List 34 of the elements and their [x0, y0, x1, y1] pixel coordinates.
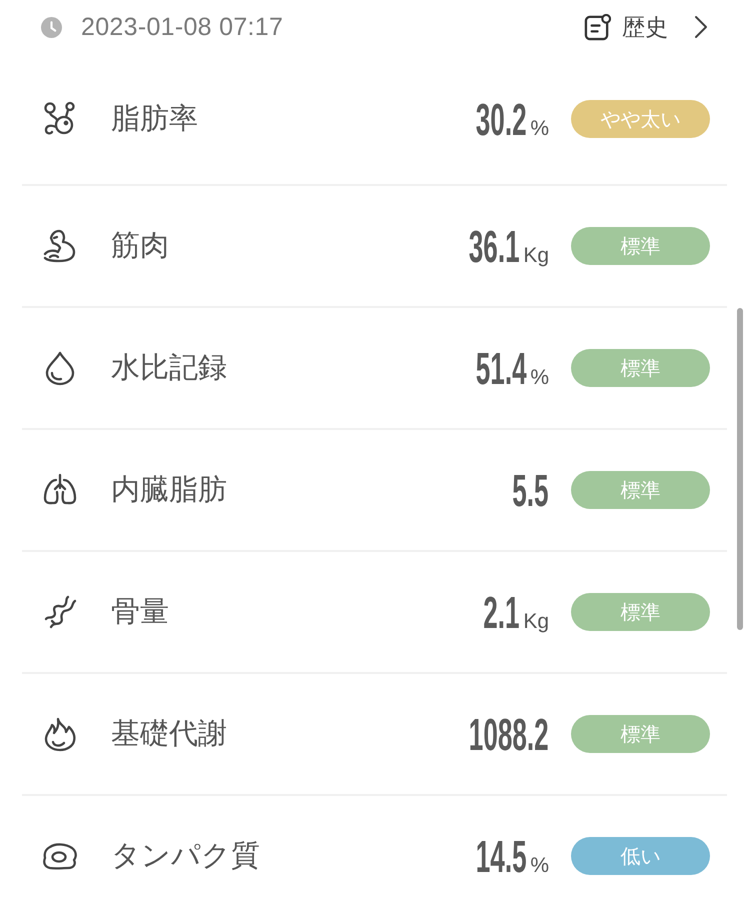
metric-label: 筋肉 — [111, 229, 169, 264]
metric-value: 5.5 — [512, 468, 549, 512]
flame-icon — [42, 716, 78, 752]
flexed-arm-icon — [42, 228, 78, 264]
unit-label: Kg — [523, 244, 549, 268]
unit-label: % — [530, 854, 549, 878]
metric-value: 36.1 — [468, 224, 520, 268]
status-badge: 標準 — [571, 471, 710, 509]
status-badge: 標準 — [571, 715, 710, 753]
metric-value: 14.5 — [476, 834, 526, 878]
unit-label: % — [530, 116, 549, 140]
bone-icon — [42, 594, 78, 630]
metric-label: 骨量 — [111, 595, 169, 630]
metric-label: 内臓脂肪 — [111, 473, 227, 508]
status-badge: 標準 — [571, 227, 710, 265]
status-badge: 標準 — [571, 593, 710, 631]
status-badge: 標準 — [571, 349, 710, 387]
metric-label: タンパク質 — [111, 839, 260, 874]
clock-icon — [41, 16, 62, 38]
metric-label: 水比記録 — [111, 351, 227, 386]
date-time-text: 2023-01-08 07:17 — [81, 12, 284, 42]
unit-label: Kg — [523, 610, 549, 634]
metric-value: 1088.2 — [469, 712, 549, 756]
status-badge: 低い — [571, 837, 710, 875]
metric-value: 30.2 — [476, 96, 526, 142]
chevron-right-icon — [694, 15, 708, 39]
metric-label: 基礎代謝 — [111, 717, 227, 752]
history-button[interactable]: 歴史 — [584, 12, 708, 42]
notebook-icon — [584, 14, 611, 40]
unit-label: % — [530, 366, 549, 390]
metric-value: 51.4 — [476, 346, 526, 390]
status-badge: やや太い — [571, 100, 710, 138]
metric-value: 2.1 — [483, 590, 520, 634]
metric-label: 脂肪率 — [111, 102, 198, 137]
